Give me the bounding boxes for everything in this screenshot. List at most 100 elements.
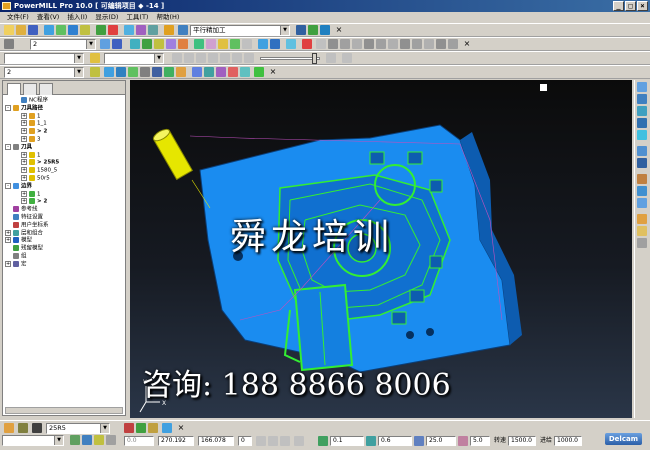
tree-item[interactable]: + 宏 xyxy=(3,260,125,269)
tab-explorer[interactable] xyxy=(7,83,21,95)
simulation-tool-combo[interactable]: ▼ xyxy=(104,53,164,64)
view-iso-icon[interactable] xyxy=(154,39,164,49)
view-right-icon[interactable] xyxy=(142,39,152,49)
feed-field[interactable]: 1000.0 xyxy=(554,436,582,446)
multicolor-shade-icon[interactable] xyxy=(637,186,647,196)
level-icon[interactable] xyxy=(70,435,80,445)
tree-item[interactable]: +1580_5 xyxy=(3,167,125,175)
start-point-icon[interactable] xyxy=(96,25,106,35)
pattern-icon[interactable] xyxy=(148,25,158,35)
speed-slider-track[interactable] xyxy=(260,57,320,60)
clipping-icon[interactable] xyxy=(316,39,326,49)
menu-insert[interactable]: 插入(I) xyxy=(63,12,91,23)
tree-item[interactable]: - 刀具 xyxy=(3,143,125,152)
close-view-toolbar-icon[interactable]: × xyxy=(462,39,472,49)
model-face-icon[interactable] xyxy=(240,67,250,77)
strategy-combo[interactable]: 平行精加工 ▼ xyxy=(190,25,290,36)
leads-links-icon[interactable] xyxy=(80,25,90,35)
simulation-path-combo[interactable]: ▼ xyxy=(4,53,84,64)
simulation-tool-icon[interactable] xyxy=(90,53,100,63)
new-project-icon[interactable] xyxy=(4,25,14,35)
tree-expander-icon[interactable]: + xyxy=(21,198,27,205)
tree-expander-icon[interactable]: + xyxy=(21,135,27,142)
tree-item[interactable]: 参考线 xyxy=(3,206,125,214)
save-project-icon[interactable] xyxy=(28,25,38,35)
minimize-button[interactable]: _ xyxy=(613,1,624,11)
shade-mode-icon[interactable] xyxy=(637,174,647,184)
model-show-icon[interactable] xyxy=(176,67,186,77)
sim-info-icon[interactable] xyxy=(326,53,336,63)
tree-item[interactable]: - 边界 xyxy=(3,182,125,191)
menu-display[interactable]: 显示(D) xyxy=(91,12,122,23)
toolpath-view-icon[interactable] xyxy=(286,39,296,49)
zoom-out-icon[interactable] xyxy=(206,39,216,49)
wireframe-icon[interactable] xyxy=(270,39,280,49)
model-info-icon[interactable] xyxy=(192,67,202,77)
close-status-toolbar-icon[interactable]: × xyxy=(176,423,186,433)
compass-icon[interactable] xyxy=(280,436,290,446)
tree-expander-icon[interactable]: + xyxy=(21,128,27,135)
menu-view[interactable]: 查看(V) xyxy=(33,12,64,23)
tree-item[interactable]: +1 xyxy=(3,190,125,199)
units-icon[interactable] xyxy=(106,435,116,445)
tree-item[interactable]: + > 25R5 xyxy=(3,159,125,167)
tree-item[interactable]: - 刀具路径 xyxy=(3,104,125,113)
view-side-right-icon[interactable] xyxy=(637,118,647,128)
menu-help[interactable]: 帮助(H) xyxy=(152,12,183,23)
tool-draw-icon[interactable] xyxy=(637,214,647,224)
coord-x-field[interactable]: 270.192 xyxy=(158,436,194,446)
rewind-icon[interactable] xyxy=(220,53,230,63)
shading-mode-icon[interactable] xyxy=(340,39,350,49)
layer-combo[interactable]: 2 ▼ xyxy=(30,39,96,50)
fast-forward-icon[interactable] xyxy=(232,53,242,63)
tab-other[interactable] xyxy=(39,83,53,95)
spindle-field[interactable]: 1500.0 xyxy=(508,436,536,446)
view-front-right-icon[interactable] xyxy=(637,106,647,116)
menu-file[interactable]: 文件(F) xyxy=(3,12,33,23)
globe-icon[interactable] xyxy=(637,238,647,248)
close-button[interactable]: × xyxy=(637,1,648,11)
activate-icon[interactable] xyxy=(308,25,318,35)
model-layer-icon[interactable] xyxy=(204,67,214,77)
verify-icon[interactable] xyxy=(320,25,330,35)
tree-expander-icon[interactable]: - xyxy=(5,143,11,150)
zoom-fit-icon[interactable] xyxy=(637,146,647,156)
edit-tool-icon[interactable] xyxy=(637,226,647,236)
tree-expander-icon[interactable]: + xyxy=(21,190,27,197)
pause-icon[interactable] xyxy=(184,53,194,63)
nc-program-icon[interactable] xyxy=(164,25,174,35)
thickness-field[interactable]: 0.6 xyxy=(378,436,412,446)
graphics-viewport[interactable]: X Y 舜龙培训 咨询: 188 8866 8006 xyxy=(130,80,632,418)
grid-snap-icon[interactable] xyxy=(256,436,266,446)
explorer-scrollbar[interactable] xyxy=(5,407,123,414)
tree-item[interactable]: 残留模型 xyxy=(3,245,125,253)
undraw-icon[interactable] xyxy=(400,39,410,49)
model-combo[interactable]: 2 ▼ xyxy=(4,67,84,78)
tree-expander-icon[interactable]: + xyxy=(21,167,27,174)
active-tool-combo[interactable]: 25R5 ▼ xyxy=(46,423,110,434)
select-icon[interactable] xyxy=(424,39,434,49)
tree-item[interactable]: + 模型 xyxy=(3,237,125,245)
boundary-icon[interactable] xyxy=(136,25,146,35)
tree-expander-icon[interactable]: - xyxy=(5,182,11,189)
tree-item[interactable]: +50r5 xyxy=(3,174,125,183)
tree-item[interactable]: + 层和组合 xyxy=(3,229,125,238)
tree-item[interactable]: +1 xyxy=(3,151,125,160)
tree-expander-icon[interactable]: + xyxy=(21,120,27,127)
view-left-icon[interactable] xyxy=(178,39,188,49)
toolpath-strategy-icon[interactable] xyxy=(124,25,134,35)
redraw-icon[interactable] xyxy=(412,39,422,49)
grid-icon[interactable] xyxy=(376,39,386,49)
stepdown-field[interactable]: 5.0 xyxy=(470,436,490,446)
tab-html[interactable] xyxy=(23,83,37,95)
view-front-icon[interactable] xyxy=(130,39,140,49)
deselect-icon[interactable] xyxy=(436,39,446,49)
zoom-in-icon[interactable] xyxy=(194,39,204,49)
tree-expander-icon[interactable]: + xyxy=(21,159,27,166)
model-delete-icon[interactable] xyxy=(140,67,150,77)
model-select-icon[interactable] xyxy=(128,67,138,77)
maximize-button[interactable]: □ xyxy=(625,1,636,11)
tree-expander-icon[interactable]: + xyxy=(21,112,27,119)
view-back-right-icon[interactable] xyxy=(637,130,647,140)
view-save-icon[interactable] xyxy=(112,39,122,49)
